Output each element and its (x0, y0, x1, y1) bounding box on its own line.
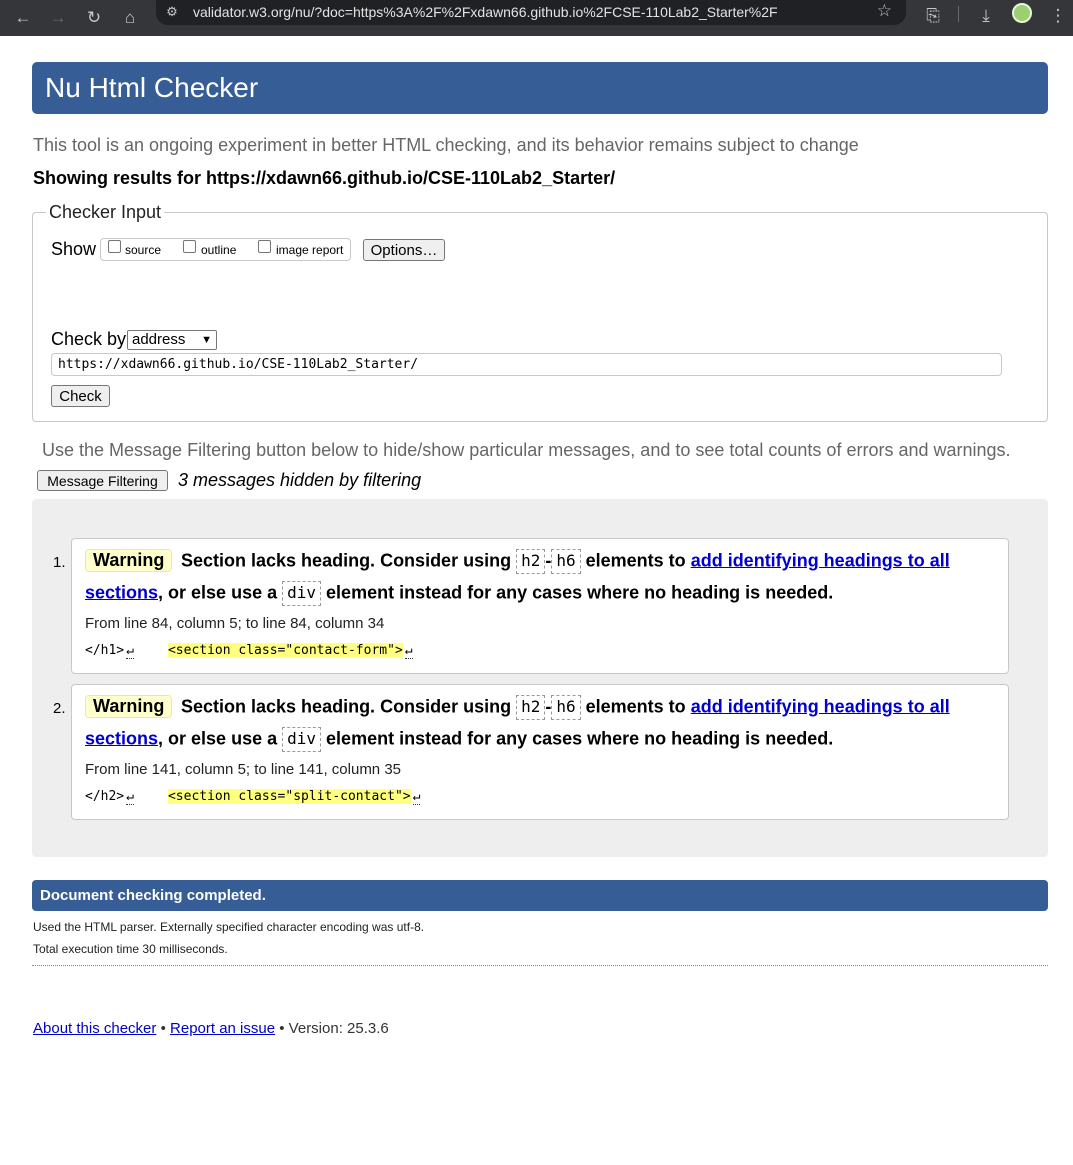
message-text: elements to (585, 550, 686, 571)
code-h6: h6 (551, 549, 581, 574)
reload-icon[interactable]: ↻ (79, 3, 109, 33)
completion-banner: Document checking completed. (32, 880, 1048, 911)
footer-separator: • (160, 1020, 166, 1037)
page-title: Nu Html Checker (45, 72, 259, 103)
message-text-line-1: Section lacks heading. Consider using h2… (181, 695, 950, 720)
show-label: Show (51, 239, 97, 259)
bookmark-star-icon[interactable]: ☆ (877, 1, 892, 21)
code-div: div (282, 727, 322, 752)
line-break-icon: ↵ (404, 643, 413, 659)
message-text: , or else use a (158, 728, 278, 749)
kebab-menu-icon[interactable]: ⋮ (1044, 2, 1072, 30)
results-for-heading: Showing results for https://xdawn66.gith… (33, 168, 616, 188)
warning-badge: Warning (85, 549, 173, 572)
version-text: • Version: 25.3.6 (279, 1020, 389, 1037)
code-h6: h6 (551, 695, 581, 720)
options-button[interactable]: Options… (363, 239, 445, 261)
message-location: From line 141, column 5; to line 141, co… (85, 761, 402, 778)
execution-time: Total execution time 30 milliseconds. (33, 942, 228, 956)
report-issue-link[interactable]: Report an issue (170, 1020, 275, 1037)
sections-link[interactable]: sections (85, 728, 158, 748)
message-text: elements to (585, 696, 686, 717)
line-break-icon: ↵ (126, 643, 134, 659)
check-button[interactable]: Check (51, 385, 110, 407)
message-text: element instead for any cases where no h… (326, 582, 834, 603)
browser-toolbar: ← → ↻ ⌂ ⚙ validator.w3.org/nu/?doc=https… (0, 0, 1073, 36)
about-checker-link[interactable]: About this checker (33, 1020, 156, 1037)
check-by-select[interactable]: address ▼ (127, 330, 217, 350)
document-url-input[interactable]: https://xdawn66.github.io/CSE-110Lab2_St… (51, 353, 1002, 376)
line-break-icon: ↵ (412, 789, 421, 805)
code-extract: </h1> ↵ <section class="contact-form"> ↵ (85, 643, 413, 659)
download-icon[interactable]: ⤓ (972, 2, 1000, 30)
code-h2: h2 (516, 549, 546, 574)
check-by-selected-value: address (132, 331, 186, 348)
extract-highlight: <section class="contact-form"> (167, 643, 403, 658)
parser-note: Used the HTML parser. Externally specifi… (33, 920, 425, 934)
hidden-messages-count: 3 messages hidden by filtering (178, 470, 422, 490)
completion-title: Document checking completed. (40, 887, 266, 904)
message-text: Section lacks heading. Consider using (181, 696, 512, 717)
extract-context: </h1> (85, 643, 125, 658)
message-text-line-2: sections, or else use a div element inst… (85, 727, 833, 752)
message-location: From line 84, column 5; to line 84, colu… (85, 615, 385, 632)
outline-checkbox[interactable] (183, 240, 196, 253)
extract-context: </h2> (85, 789, 125, 804)
site-settings-icon[interactable]: ⚙ (163, 3, 181, 21)
checker-input-legend: Checker Input (46, 202, 165, 223)
arrow-right-icon[interactable]: → (43, 3, 73, 33)
address-bar[interactable]: ⚙ validator.w3.org/nu/?doc=https%3A%2F%2… (156, 0, 906, 25)
profile-avatar[interactable] (1012, 3, 1032, 23)
check-by-label: Check by (51, 329, 127, 349)
code-extract: </h2> ↵ <section class="split-contact"> ↵ (85, 789, 421, 805)
intro-text: This tool is an ongoing experiment in be… (33, 135, 859, 155)
arrow-left-icon[interactable]: ← (8, 3, 38, 33)
message-text: element instead for any cases where no h… (326, 728, 834, 749)
toolbar-divider (958, 6, 959, 22)
chevron-down-icon: ▼ (201, 334, 212, 346)
image-report-checkbox-label[interactable]: image report (276, 243, 343, 257)
divider (32, 965, 1048, 966)
message-text: , or else use a (158, 582, 278, 603)
message-text-line-1: Section lacks heading. Consider using h2… (181, 549, 950, 574)
message-text-line-2: sections, or else use a div element inst… (85, 581, 833, 606)
home-icon[interactable]: ⌂ (115, 3, 145, 33)
sections-link[interactable]: sections (85, 582, 158, 602)
code-h2: h2 (516, 695, 546, 720)
headings-link[interactable]: add identifying headings to all (691, 550, 950, 570)
message-text: Section lacks heading. Consider using (181, 550, 512, 571)
source-checkbox[interactable] (108, 240, 121, 253)
extract-highlight: <section class="split-contact"> (167, 789, 411, 804)
line-break-icon: ↵ (126, 789, 134, 805)
message-number: 1. (53, 554, 66, 571)
message-filtering-button[interactable]: Message Filtering (37, 470, 168, 491)
extensions-icon[interactable]: ⎘ (919, 2, 947, 30)
image-report-checkbox[interactable] (258, 240, 271, 253)
message-number: 2. (53, 700, 66, 717)
address-bar-url[interactable]: validator.w3.org/nu/?doc=https%3A%2F%2Fx… (193, 4, 778, 20)
footer: About this checker • Report an issue • V… (33, 1020, 389, 1037)
warning-badge: Warning (85, 695, 173, 718)
source-checkbox-label[interactable]: source (125, 243, 161, 257)
headings-link[interactable]: add identifying headings to all (691, 696, 950, 716)
outline-checkbox-label[interactable]: outline (201, 243, 236, 257)
filtering-note: Use the Message Filtering button below t… (42, 440, 1011, 460)
code-div: div (282, 581, 322, 606)
page-banner: Nu Html Checker (32, 62, 1048, 114)
